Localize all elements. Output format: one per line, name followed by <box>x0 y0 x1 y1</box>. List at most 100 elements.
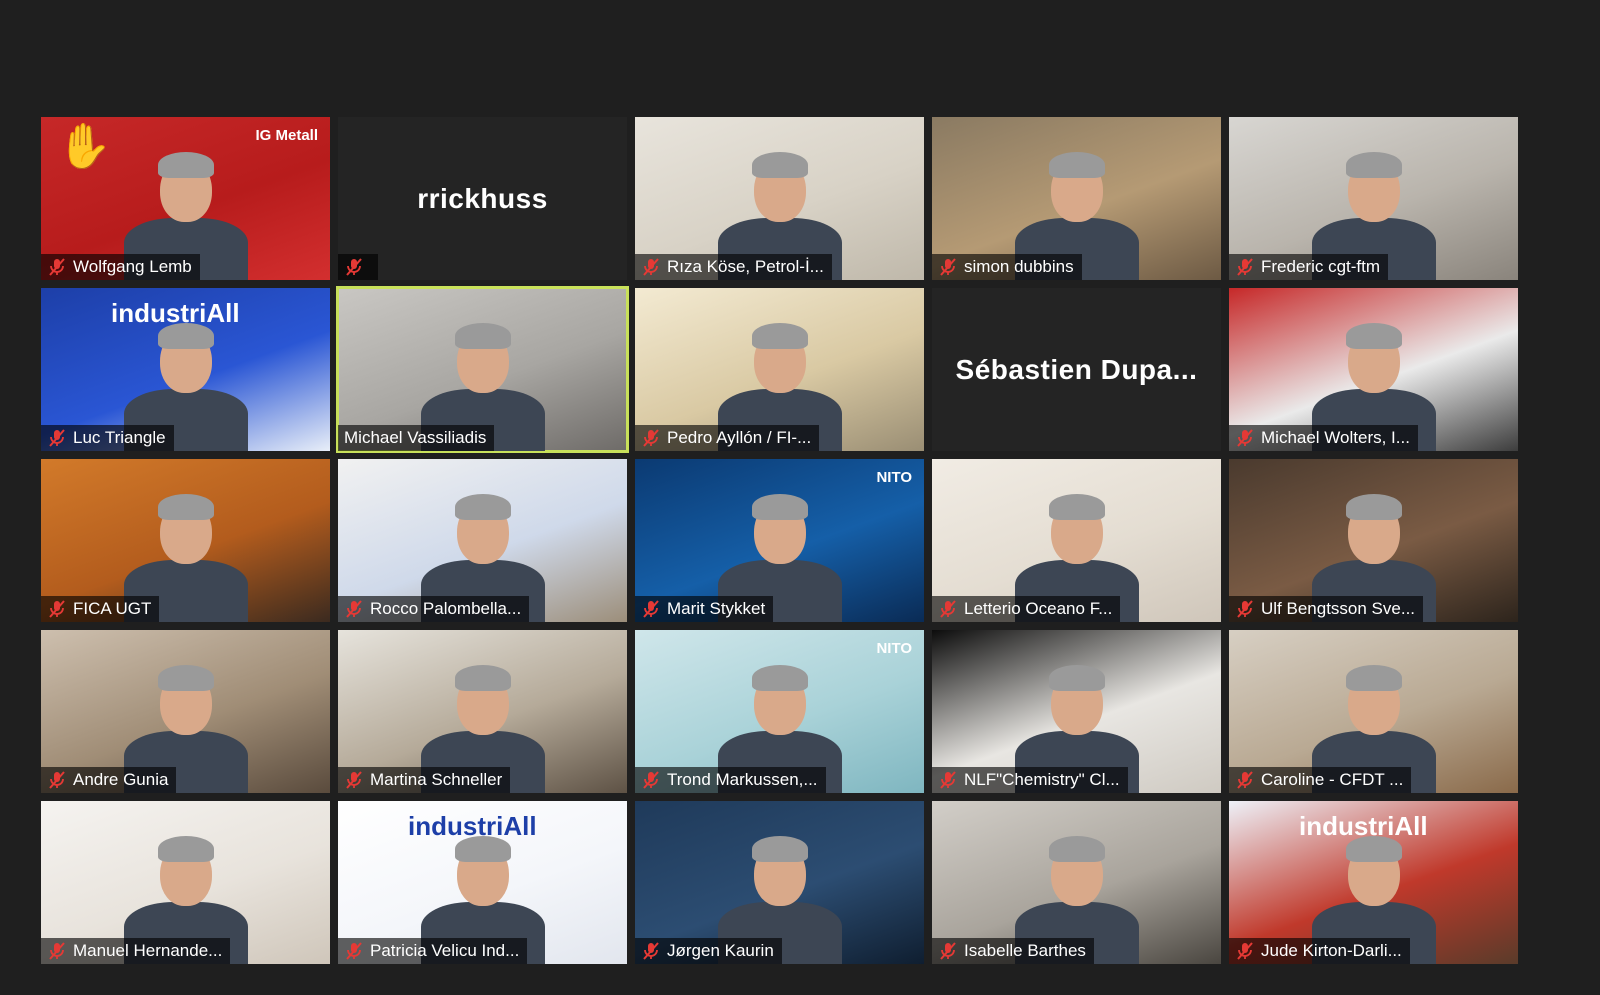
participant-name-label: Manuel Hernande... <box>41 938 231 964</box>
mic-muted-icon <box>49 942 65 960</box>
participant-name-label: FICA UGT <box>41 596 160 622</box>
raised-hand-icon: ✋ <box>57 122 112 171</box>
participant-tile[interactable]: Sébastien Dupa... <box>932 288 1221 451</box>
participant-name: simon dubbins <box>964 257 1074 276</box>
participant-name: Luc Triangle <box>73 428 166 447</box>
background-logo: IG Metall <box>255 127 318 144</box>
display-name: Sébastien Dupa... <box>955 353 1198 385</box>
participant-name: Isabelle Barthes <box>964 941 1086 960</box>
participant-name: Andre Gunia <box>73 770 169 789</box>
mic-muted-icon <box>1237 942 1253 960</box>
participant-tile[interactable]: Michael Vassiliadis <box>336 286 629 453</box>
mic-muted-icon <box>940 771 956 789</box>
mic-muted-icon <box>49 600 65 618</box>
participant-name: Letterio Oceano F... <box>964 599 1113 618</box>
mic-muted-icon <box>49 258 65 276</box>
participant-tile[interactable]: Ulf Bengtsson Sve... <box>1229 459 1518 622</box>
participant-tile[interactable]: NITO Marit Stykket <box>635 459 924 622</box>
participant-tile[interactable]: Caroline - CFDT ... <box>1229 630 1518 793</box>
participant-name-label: NLF"Chemistry" Cl... <box>932 767 1128 793</box>
mic-muted-icon <box>1237 771 1253 789</box>
participant-tile[interactable]: Frederic cgt-ftm <box>1229 117 1518 280</box>
participant-name-label: Rocco Palombella... <box>338 596 530 622</box>
mic-muted-icon <box>643 429 659 447</box>
participant-gallery: IG Metall Wolfgang Lemb ✋ rrickhuss Rıza… <box>41 117 1518 964</box>
participant-name-label: Caroline - CFDT ... <box>1229 767 1412 793</box>
participant-name-label: Pedro Ayllón / FI-... <box>635 425 820 451</box>
mic-muted-icon <box>346 600 362 618</box>
participant-name-label: Letterio Oceano F... <box>932 596 1121 622</box>
participant-tile[interactable]: Pedro Ayllón / FI-... <box>635 288 924 451</box>
mic-muted-icon <box>346 771 362 789</box>
participant-name: Pedro Ayllón / FI-... <box>667 428 812 447</box>
participant-name-label <box>338 254 378 280</box>
mic-muted-icon <box>643 258 659 276</box>
participant-name-label: Luc Triangle <box>41 425 174 451</box>
mic-muted-icon <box>346 942 362 960</box>
participant-tile[interactable]: Rocco Palombella... <box>338 459 627 622</box>
participant-name: Rıza Köse, Petrol-İ... <box>667 257 824 276</box>
participant-tile[interactable]: Isabelle Barthes <box>932 801 1221 964</box>
participant-tile[interactable]: simon dubbins <box>932 117 1221 280</box>
display-name: rrickhuss <box>417 182 548 214</box>
participant-name-label: Jørgen Kaurin <box>635 938 782 964</box>
participant-name: Wolfgang Lemb <box>73 257 192 276</box>
mic-muted-icon <box>643 600 659 618</box>
participant-name: Patricia Velicu Ind... <box>370 941 520 960</box>
participant-tile[interactable]: industriAll Jude Kirton-Darli... <box>1229 801 1518 964</box>
participant-name-label: Jude Kirton-Darli... <box>1229 938 1410 964</box>
mic-muted-icon <box>49 429 65 447</box>
participant-name-label: Ulf Bengtsson Sve... <box>1229 596 1424 622</box>
participant-name-label: simon dubbins <box>932 254 1082 280</box>
participant-tile[interactable]: rrickhuss <box>338 117 627 280</box>
participant-tile[interactable]: Letterio Oceano F... <box>932 459 1221 622</box>
participant-name: Marit Stykket <box>667 599 766 618</box>
participant-tile[interactable]: Manuel Hernande... <box>41 801 330 964</box>
participant-tile[interactable]: Michael Wolters, I... <box>1229 288 1518 451</box>
participant-tile[interactable]: FICA UGT <box>41 459 330 622</box>
mic-muted-icon <box>49 771 65 789</box>
participant-tile[interactable]: NLF"Chemistry" Cl... <box>932 630 1221 793</box>
mic-muted-icon <box>940 258 956 276</box>
mic-muted-icon <box>1237 429 1253 447</box>
participant-name: Caroline - CFDT ... <box>1261 770 1404 789</box>
participant-name-label: Isabelle Barthes <box>932 938 1094 964</box>
participant-tile[interactable]: Jørgen Kaurin <box>635 801 924 964</box>
mic-muted-icon <box>940 942 956 960</box>
participant-name-label: Frederic cgt-ftm <box>1229 254 1389 280</box>
participant-name-label: Michael Vassiliadis <box>338 425 495 451</box>
participant-name-label: Wolfgang Lemb <box>41 254 200 280</box>
mic-muted-icon <box>1237 258 1253 276</box>
participant-name: Michael Vassiliadis <box>344 428 487 447</box>
participant-name: FICA UGT <box>73 599 152 618</box>
participant-tile[interactable]: Martina Schneller <box>338 630 627 793</box>
participant-tile[interactable]: Andre Gunia <box>41 630 330 793</box>
participant-name-label: Trond Markussen,... <box>635 767 826 793</box>
participant-name: Jude Kirton-Darli... <box>1261 941 1402 960</box>
participant-name-label: Marit Stykket <box>635 596 774 622</box>
participant-name-label: Michael Wolters, I... <box>1229 425 1418 451</box>
participant-name: Manuel Hernande... <box>73 941 223 960</box>
participant-name: NLF"Chemistry" Cl... <box>964 770 1120 789</box>
participant-tile[interactable]: Rıza Köse, Petrol-İ... <box>635 117 924 280</box>
background-logo: NITO <box>876 469 912 486</box>
participant-name: Michael Wolters, I... <box>1261 428 1410 447</box>
mic-muted-icon <box>643 942 659 960</box>
participant-name-label: Andre Gunia <box>41 767 177 793</box>
participant-name: Trond Markussen,... <box>667 770 818 789</box>
participant-name-label: Patricia Velicu Ind... <box>338 938 528 964</box>
mic-muted-icon <box>940 600 956 618</box>
mic-muted-icon <box>643 771 659 789</box>
mic-muted-icon <box>1237 600 1253 618</box>
participant-name: Rocco Palombella... <box>370 599 522 618</box>
participant-name: Martina Schneller <box>370 770 503 789</box>
participant-name: Frederic cgt-ftm <box>1261 257 1381 276</box>
participant-tile[interactable]: industriAll Luc Triangle <box>41 288 330 451</box>
participant-name-label: Martina Schneller <box>338 767 511 793</box>
participant-tile[interactable]: NITO Trond Markussen,... <box>635 630 924 793</box>
participant-name: Ulf Bengtsson Sve... <box>1261 599 1416 618</box>
participant-name: Jørgen Kaurin <box>667 941 774 960</box>
participant-tile[interactable]: industriAll Patricia Velicu Ind... <box>338 801 627 964</box>
background-logo: NITO <box>876 640 912 657</box>
participant-tile[interactable]: IG Metall Wolfgang Lemb ✋ <box>41 117 330 280</box>
